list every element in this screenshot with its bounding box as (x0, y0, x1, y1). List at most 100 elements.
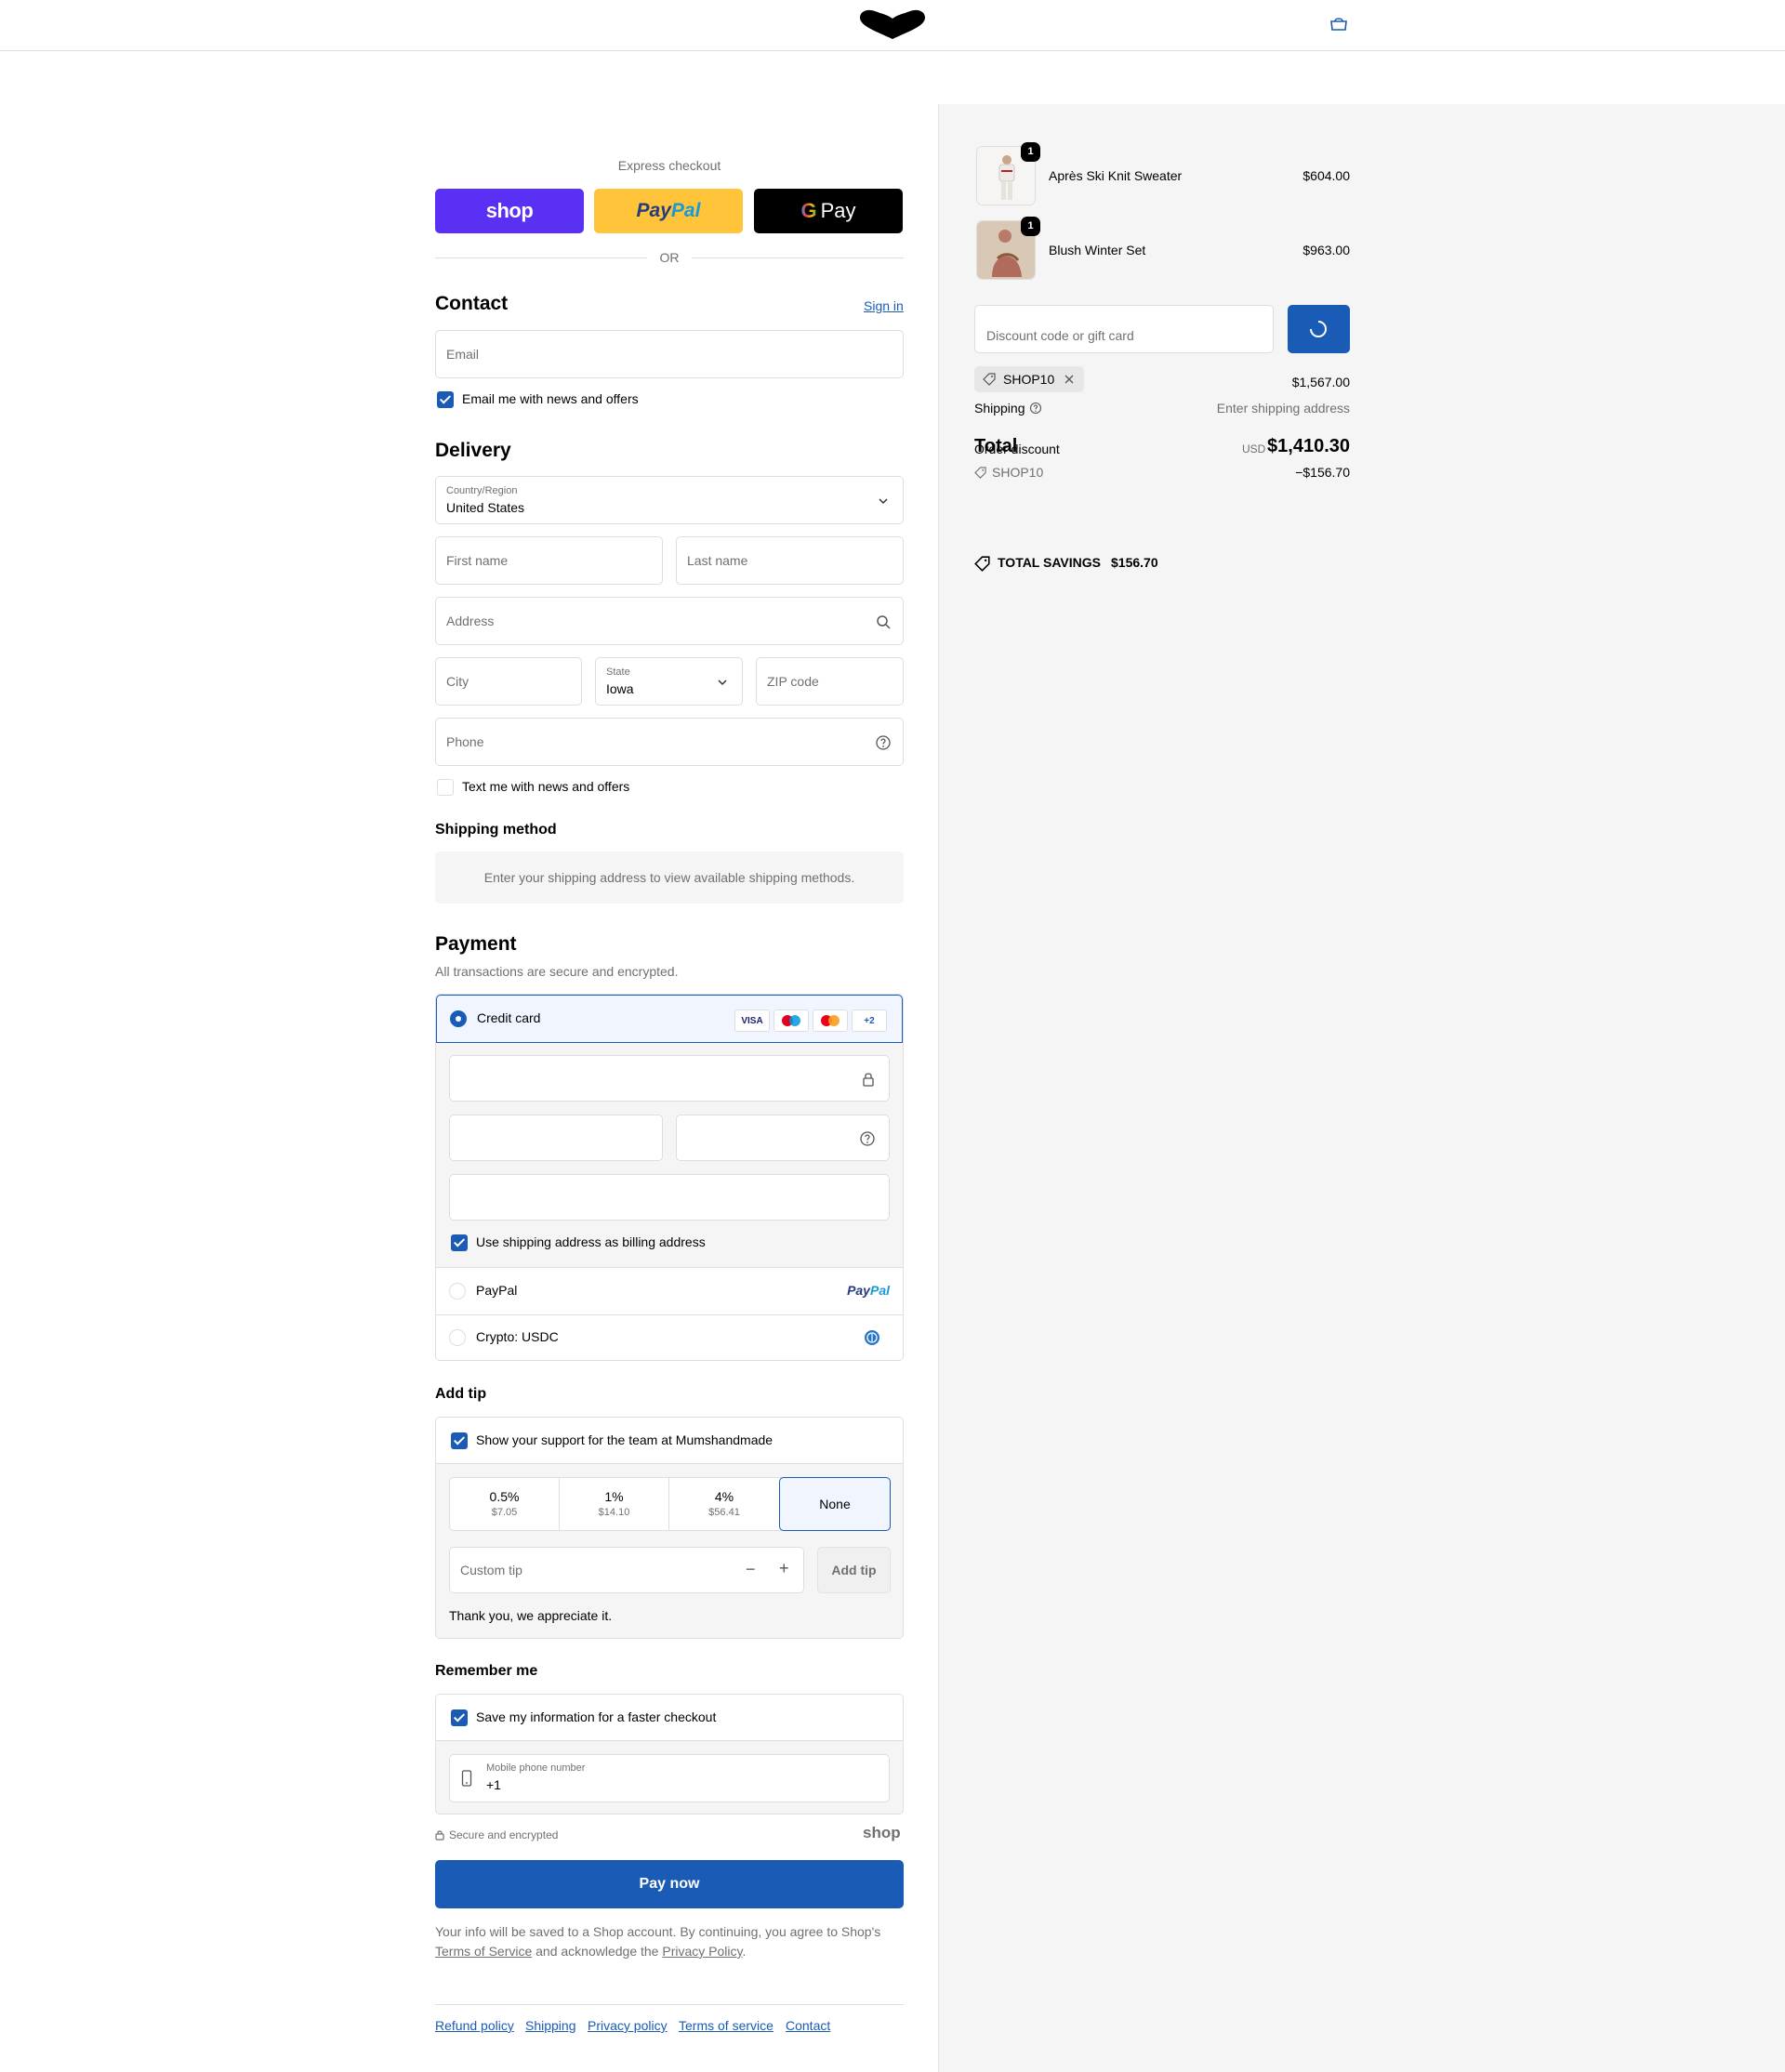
tip-option[interactable]: 0.5% $7.05 (450, 1478, 560, 1530)
expiration-field[interactable] (449, 1115, 663, 1161)
crypto-option[interactable]: Crypto: USDC (436, 1315, 903, 1360)
shopping-bag-icon[interactable] (1329, 16, 1349, 33)
order-discount-label: Order discount (974, 442, 1060, 456)
product-price: $604.00 (1302, 168, 1350, 183)
billing-same-label: Use shipping address as billing address (476, 1234, 706, 1249)
terms-of-service-link[interactable]: Terms of Service (435, 1944, 532, 1959)
google-pay-button[interactable]: G Pay (754, 189, 903, 233)
tip-option[interactable]: 1% $14.10 (560, 1478, 669, 1530)
apply-discount-button[interactable] (1288, 305, 1350, 353)
email-news-checkbox[interactable] (437, 391, 454, 408)
zip-field[interactable]: ZIP code (756, 657, 904, 706)
shipping-label: Shipping (974, 401, 1025, 416)
tag-icon (974, 467, 986, 479)
credit-card-option[interactable]: Credit card VISA +2 (436, 995, 903, 1043)
contact-title: Contact (435, 293, 509, 314)
text-news-checkbox[interactable] (437, 779, 454, 796)
text-news-label: Text me with news and offers (462, 779, 630, 794)
mobile-phone-icon (461, 1770, 472, 1787)
paypal-radio[interactable] (449, 1283, 466, 1300)
legal-text: Your info will be saved to a Shop accoun… (435, 1924, 881, 1959)
tip-section: Show your support for the team at Mumsha… (435, 1417, 904, 1639)
footer-refund-policy-link[interactable]: Refund policy (435, 2018, 514, 2033)
footer-terms-link[interactable]: Terms of service (679, 2018, 774, 2033)
help-circle-icon[interactable] (875, 734, 892, 751)
divider (692, 257, 904, 258)
paypal-logo: PayPal (847, 1283, 890, 1298)
save-info-checkbox[interactable] (451, 1709, 468, 1726)
product-name: Blush Winter Set (1049, 243, 1146, 257)
phone-field[interactable]: Phone (435, 718, 904, 766)
footer-contact-link[interactable]: Contact (786, 2018, 830, 2033)
city-field[interactable]: City (435, 657, 582, 706)
help-circle-icon[interactable] (859, 1130, 876, 1147)
total-savings-value: $156.70 (1111, 555, 1158, 570)
tag-icon (974, 556, 990, 572)
tip-option[interactable]: 4% $56.41 (669, 1478, 779, 1530)
express-checkout-label: Express checkout (617, 158, 721, 173)
tag-icon (983, 373, 996, 386)
credit-card-form: Use shipping address as billing address (436, 1043, 903, 1268)
or-label: OR (659, 250, 680, 265)
tip-support-label: Show your support for the team at Mumsha… (476, 1432, 774, 1447)
save-info-label: Save my information for a faster checkou… (476, 1709, 717, 1724)
tip-option-none[interactable]: None (779, 1477, 891, 1531)
paypal-button[interactable]: Pay Pal (594, 189, 743, 233)
crypto-radio[interactable] (449, 1329, 466, 1346)
payment-methods: Credit card VISA +2 Use shipping address… (435, 994, 904, 1361)
crypto-label: Crypto: USDC (476, 1329, 559, 1344)
payment-title: Payment (435, 933, 517, 955)
mastercard-icon (813, 1010, 848, 1032)
quantity-badge: 1 (1021, 142, 1040, 162)
total-savings-label: TOTAL SAVINGS (998, 555, 1101, 570)
sign-in-link[interactable]: Sign in (864, 298, 904, 313)
discount-amount: −$156.70 (1295, 465, 1350, 480)
header (0, 0, 1785, 51)
card-number-field[interactable] (449, 1055, 890, 1102)
discount-code-field[interactable]: Discount code or gift card (974, 305, 1274, 353)
email-field[interactable]: Email (435, 330, 904, 378)
name-on-card-field[interactable] (449, 1174, 890, 1221)
search-icon (877, 615, 891, 629)
footer-privacy-policy-link[interactable]: Privacy policy (588, 2018, 668, 2033)
add-tip-title: Add tip (435, 1386, 487, 1402)
decrement-button[interactable]: − (746, 1560, 756, 1579)
address-field[interactable]: Address (435, 597, 904, 645)
credit-card-radio[interactable] (450, 1010, 467, 1027)
help-circle-icon[interactable] (1029, 402, 1042, 415)
currency-label: USD (1242, 442, 1266, 455)
state-select[interactable]: State Iowa (595, 657, 743, 706)
privacy-policy-link[interactable]: Privacy Policy (662, 1944, 742, 1959)
tip-support-checkbox[interactable] (451, 1432, 468, 1449)
maestro-icon (774, 1010, 809, 1032)
mobile-phone-field[interactable]: Mobile phone number +1 (449, 1754, 890, 1802)
add-tip-button[interactable]: Add tip (817, 1547, 891, 1593)
divider (435, 257, 647, 258)
close-icon[interactable] (1064, 374, 1075, 385)
tip-support-row: Show your support for the team at Mumsha… (436, 1418, 903, 1464)
shop-pay-button[interactable]: shop (435, 189, 584, 233)
custom-tip-field[interactable]: Custom tip − + (449, 1547, 804, 1593)
usdc-icon (865, 1330, 879, 1345)
increment-button[interactable]: + (779, 1559, 789, 1578)
last-name-field[interactable]: Last name (676, 536, 904, 585)
paypal-option[interactable]: PayPal PayPal (436, 1269, 903, 1314)
heart-logo-icon[interactable] (858, 7, 927, 41)
lock-icon (435, 1830, 444, 1841)
shipping-value: Enter shipping address (1216, 401, 1350, 416)
chevron-down-icon (879, 498, 888, 505)
secure-label: Secure and encrypted (449, 1828, 559, 1841)
total-value: $1,410.30 (1267, 436, 1350, 456)
spinner-icon (1310, 321, 1327, 337)
quantity-badge: 1 (1021, 217, 1040, 236)
remember-me-title: Remember me (435, 1663, 538, 1679)
shipping-method-message: Enter your shipping address to view avai… (435, 851, 904, 904)
pay-now-button[interactable]: Pay now (435, 1860, 904, 1908)
security-code-field[interactable] (676, 1115, 890, 1161)
country-select[interactable]: Country/Region United States (435, 476, 904, 524)
email-news-label: Email me with news and offers (462, 391, 639, 406)
footer-shipping-link[interactable]: Shipping (525, 2018, 576, 2033)
billing-same-checkbox[interactable] (451, 1234, 468, 1251)
first-name-field[interactable]: First name (435, 536, 663, 585)
paypal-label: PayPal (476, 1283, 518, 1298)
